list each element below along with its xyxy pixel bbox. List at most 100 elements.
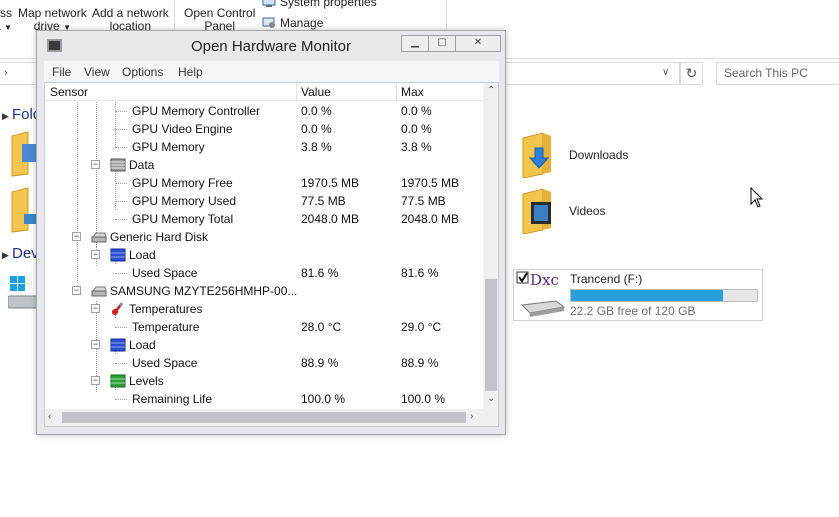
menu-view[interactable]: View [84,65,110,79]
search-input[interactable]: Search This PC [716,62,839,85]
sensor-max: 29.0 °C [401,320,442,334]
sensor-max: 77.5 MB [401,194,446,208]
tree-guide-line [115,327,127,328]
sensor-label: GPU Memory [132,140,205,154]
sensor-label: GPU Memory Free [132,176,233,190]
group-label: Load [129,338,156,352]
sensor-label: GPU Memory Controller [132,104,261,118]
collapse-toggle-icon[interactable]: − [91,376,100,385]
sensor-row[interactable]: Temperature 28.0 °C 29.0 °C [45,318,483,336]
collapse-toggle-icon[interactable]: − [91,340,100,349]
column-header-sensor[interactable]: Sensor [50,85,88,99]
scroll-up-icon[interactable]: ⌃ [487,85,495,96]
tree-guide-line [115,219,127,220]
sensor-label: Remaining Life [132,392,213,406]
sensor-value: 0.0 % [301,122,332,136]
scroll-right-icon[interactable]: › [470,411,473,422]
collapse-toggle-icon[interactable]: − [72,286,81,295]
scrollbar-corner [483,409,498,426]
column-separator[interactable] [396,83,397,101]
ribbon-item-partial-line2: a ▼ [0,20,12,34]
menu-file[interactable]: File [52,65,71,79]
sensor-row[interactable]: Remaining Life 100.0 % 100.0 % [45,390,483,408]
tree-guide-line [115,273,127,274]
folder-tile-downloads[interactable]: Downloads [517,130,717,180]
collapse-toggle-icon[interactable]: − [72,232,81,241]
sensor-value: 81.6 % [301,266,339,280]
sensor-max: 0.0 % [401,122,432,136]
sensor-row[interactable]: GPU Memory Total 2048.0 MB 2048.0 MB [45,210,483,228]
drive-name: Trancend (F:) [570,272,643,286]
sensor-group-temperatures[interactable]: − Temperatures [45,300,483,318]
hardware-label: SAMSUNG MZYTE256HMHP-00... [110,284,298,298]
tree-guide-line [115,129,127,130]
minimize-button[interactable]: ▁ [401,35,429,52]
sensor-tree-panel: Sensor Value Max GPU Memory Controller 0… [44,82,499,427]
system-properties-button[interactable]: System properties [262,0,377,9]
scroll-left-icon[interactable]: ‹ [48,411,51,422]
windows-drive-icon[interactable] [8,274,38,314]
sensor-group-load[interactable]: − Load [45,336,483,354]
hardware-node-generic-hard-disk[interactable]: − Generic Hard Disk [45,228,483,246]
folder-tile-videos[interactable]: Videos [517,186,717,236]
sensor-group-load[interactable]: − Load [45,246,483,264]
menu-help[interactable]: Help [178,65,203,79]
system-properties-label: System properties [280,0,377,9]
sensor-group-levels[interactable]: − Levels [45,372,483,390]
folder-icon[interactable] [8,130,38,178]
tree-guide-line [115,201,127,202]
refresh-button[interactable]: ↻ [680,62,703,85]
tree-guide-line [115,363,127,364]
sensor-value: 0.0 % [301,104,332,118]
column-header-value[interactable]: Value [301,85,331,99]
group-label: Levels [129,374,164,388]
horizontal-scroll-thumb[interactable] [62,412,466,423]
horizontal-scrollbar[interactable]: ‹ › [45,409,483,426]
column-separator[interactable] [296,83,297,101]
tree-guide-line [115,147,127,148]
vertical-scrollbar[interactable]: ⌃ ⌄ [483,83,498,409]
sensor-row[interactable]: Used Space 88.9 % 88.9 % [45,354,483,372]
folder-icon[interactable] [8,186,38,234]
sensor-row[interactable]: Used Space 81.6 % 81.6 % [45,264,483,282]
expand-arrow-icon[interactable]: ▶ [2,250,9,261]
scroll-down-icon[interactable]: ⌄ [487,393,495,404]
group-label: Data [129,158,155,172]
nav-devices-label[interactable]: Dev [12,245,39,262]
sensor-max: 0.0 % [401,104,432,118]
tree-guide-line [115,399,127,400]
mouse-cursor-icon [750,187,764,208]
sensor-row[interactable]: GPU Memory Free 1970.5 MB 1970.5 MB [45,174,483,192]
load-icon [110,248,126,262]
vertical-scroll-thumb[interactable] [485,279,497,391]
drive-tile-trancend[interactable]: Dxc Trancend (F:) 22.2 GB free of 120 GB [513,269,763,321]
ohm-title-bar[interactable]: Open Hardware Monitor ▁ ▢ ✕ [37,31,505,61]
hardware-node-samsung-ssd[interactable]: − SAMSUNG MZYTE256HMHP-00... [45,282,483,300]
manage-button[interactable]: Manage [262,16,323,30]
sensor-max: 3.8 % [401,140,432,154]
sensor-value: 3.8 % [301,140,332,154]
drive-free-space: 22.2 GB free of 120 GB [570,304,696,318]
sensor-row[interactable]: GPU Video Engine 0.0 % 0.0 % [45,120,483,138]
sensor-row[interactable]: GPU Memory 3.8 % 3.8 % [45,138,483,156]
close-button[interactable]: ✕ [455,35,501,52]
sensor-row[interactable]: GPU Memory Used 77.5 MB 77.5 MB [45,192,483,210]
chevron-down-icon[interactable]: ∨ [662,67,669,78]
ohm-menubar: File View Options Help [44,61,499,83]
tree-guide-line [115,183,127,184]
chevron-right-icon[interactable]: › [4,67,8,79]
maximize-button[interactable]: ▢ [428,35,456,52]
group-label: Load [129,248,156,262]
expand-arrow-icon[interactable]: ▶ [2,111,9,122]
menu-options[interactable]: Options [122,65,163,79]
collapse-toggle-icon[interactable]: − [91,250,100,259]
close-icon: ✕ [473,37,483,48]
sensor-group-data[interactable]: − Data [45,156,483,174]
column-header-max[interactable]: Max [401,85,424,99]
sensor-row[interactable]: GPU Memory Controller 0.0 % 0.0 % [45,102,483,120]
collapse-toggle-icon[interactable]: − [91,160,100,169]
ribbon-item-partial[interactable]: ss a ▼ [0,7,12,34]
levels-icon [110,374,126,388]
refresh-icon: ↻ [685,65,698,81]
collapse-toggle-icon[interactable]: − [91,304,100,313]
